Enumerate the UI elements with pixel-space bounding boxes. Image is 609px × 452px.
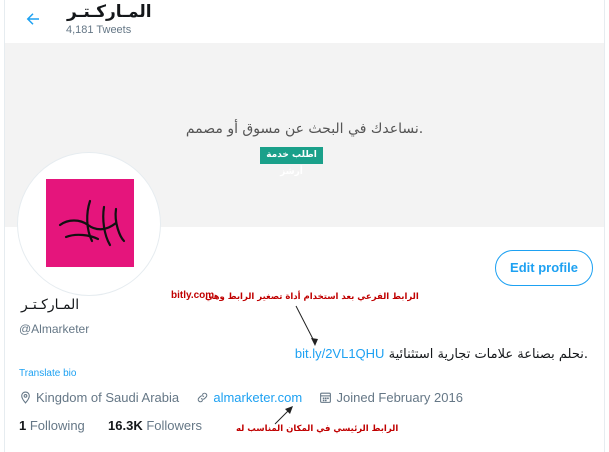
banner-tagline: نساعدك في البحث عن مسوق أو مصمم.: [185, 121, 424, 137]
profile-handle: @Almarketer: [19, 322, 90, 336]
website-link[interactable]: almarketer.com: [213, 390, 302, 405]
tweet-count: 4,181 Tweets: [66, 24, 132, 36]
translate-bio-link[interactable]: Translate bio: [19, 368, 76, 379]
followers-count: 16.3K: [108, 418, 143, 433]
logo-calligraphy-icon: [58, 199, 126, 247]
followers-label: Followers: [146, 418, 202, 433]
bio-text: نحلم بصناعة علامات تجارية استثنائية.: [388, 347, 588, 362]
following-stat[interactable]: 1 Following: [19, 418, 85, 433]
profile-page: المـاركـتـر 4,181 Tweets نساعدك في البحث…: [4, 0, 605, 452]
following-label: Following: [29, 418, 85, 433]
calendar-icon: [320, 392, 332, 403]
joined-date: Joined February 2016: [336, 390, 463, 406]
location-pin-icon: [21, 391, 30, 404]
back-arrow-icon[interactable]: [23, 10, 43, 28]
annotation-short-link: الرابط الفرعي بعد استخدام أداة تصغير الر…: [205, 292, 419, 302]
avatar[interactable]: [17, 152, 161, 296]
follow-stats: 1 Following 16.3K Followers: [19, 418, 202, 433]
banner-cta: اطلب خدمة أرشز: [260, 147, 323, 177]
annotation-arrow-2: [274, 406, 293, 425]
avatar-logo: [46, 179, 134, 267]
following-count: 1: [19, 418, 27, 433]
annotation-arrow: [295, 305, 318, 346]
followers-stat[interactable]: 16.3K Followers: [108, 418, 202, 433]
annotation-main-link: الرابط الرئيسي في المكان المناسب له: [236, 424, 399, 434]
profile-bio: bit.ly/2VL1QHU نحلم بصناعة علامات تجارية…: [295, 346, 588, 362]
header-title: المـاركـتـر: [67, 2, 152, 22]
bio-link[interactable]: bit.ly/2VL1QHU: [295, 346, 385, 361]
profile-name: المـاركـتـر: [21, 297, 80, 313]
link-icon: [198, 392, 208, 403]
location-text: Kingdom of Saudi Arabia: [36, 390, 180, 406]
profile-header: المـاركـتـر 4,181 Tweets: [5, 0, 604, 43]
profile-meta: Kingdom of Saudi Arabia almarketer.com J…: [19, 389, 463, 405]
edit-profile-button[interactable]: Edit profile: [495, 250, 593, 286]
